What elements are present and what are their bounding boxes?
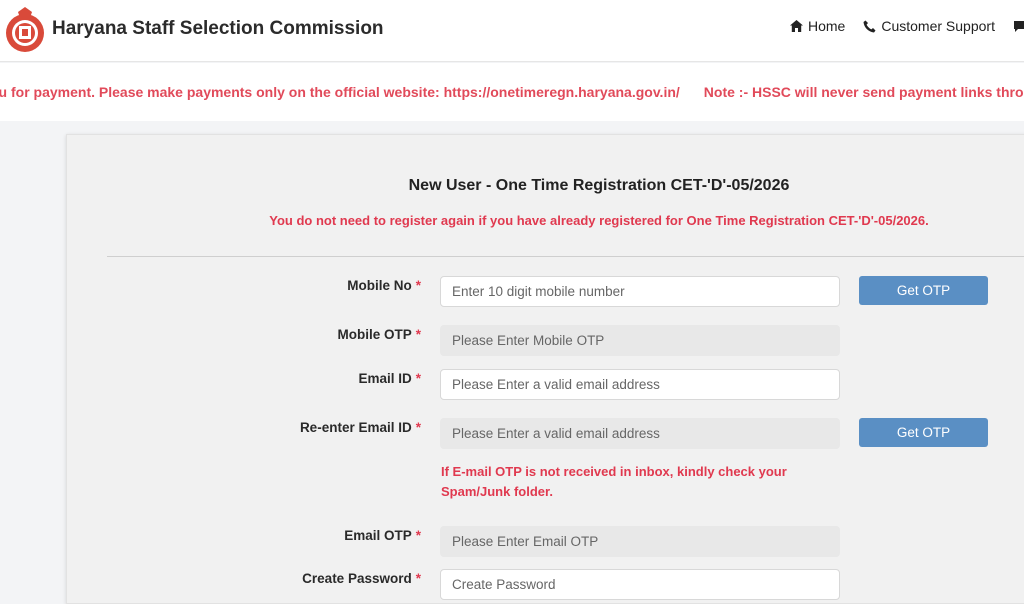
nav-home-label: Home	[808, 18, 846, 34]
site-title[interactable]: Haryana Staff Selection Commission	[52, 18, 384, 40]
ticker-note-label: Note :-	[703, 84, 749, 100]
email-otp-label: Email OTP *	[344, 528, 421, 543]
registration-panel: New User - One Time Registration CET-'D'…	[66, 134, 1024, 604]
required-mark: *	[415, 371, 421, 386]
mobile-no-label: Mobile No *	[347, 278, 421, 293]
reenter-email-label-text: Re-enter Email ID	[299, 420, 412, 435]
required-mark: *	[415, 278, 421, 293]
haryana-emblem-icon[interactable]	[4, 6, 46, 54]
reenter-email-input[interactable]	[440, 418, 840, 449]
top-nav: Home Customer Support	[790, 18, 1024, 34]
form-title: New User - One Time Registration CET-'D'…	[408, 177, 790, 194]
nav-home[interactable]: Home	[790, 18, 845, 34]
get-mobile-otp-button[interactable]: Get OTP	[859, 276, 988, 305]
nav-chat[interactable]	[1013, 20, 1024, 33]
email-otp-warning: If E-mail OTP is not received in inbox, …	[441, 464, 787, 499]
mobile-no-input[interactable]	[440, 276, 840, 307]
site-header: Haryana Staff Selection Commission Home …	[0, 0, 1024, 62]
email-id-label-text: Email ID	[358, 371, 412, 386]
nav-customer-support[interactable]: Customer Support	[863, 18, 995, 34]
divider	[107, 256, 1024, 257]
nav-customer-support-label: Customer Support	[881, 18, 995, 34]
mobile-otp-label: Mobile OTP *	[337, 327, 421, 342]
mobile-otp-input[interactable]	[440, 325, 840, 356]
form-subtitle: You do not need to register again if you…	[269, 213, 929, 228]
ticker-message: ou for payment. Please make payments onl…	[0, 84, 680, 100]
mobile-no-label-text: Mobile No	[347, 278, 412, 293]
phone-icon	[863, 20, 876, 32]
reenter-email-label: Re-enter Email ID *	[300, 420, 421, 435]
email-otp-input[interactable]	[440, 526, 840, 557]
ticker-note-text: HSSC will never send payment links throu…	[748, 84, 1024, 100]
required-mark: *	[415, 327, 421, 342]
create-password-input[interactable]	[440, 569, 840, 600]
create-password-label-text: Create Password	[302, 571, 412, 586]
home-icon	[790, 20, 803, 32]
email-otp-label-text: Email OTP	[344, 528, 412, 543]
required-mark: *	[415, 571, 421, 586]
mobile-otp-label-text: Mobile OTP	[337, 327, 412, 342]
get-email-otp-button[interactable]: Get OTP	[859, 418, 988, 447]
required-mark: *	[415, 528, 421, 543]
email-id-label: Email ID *	[358, 371, 421, 386]
create-password-label: Create Password *	[302, 571, 421, 586]
email-id-input[interactable]	[440, 369, 840, 400]
announcement-ticker: ou for payment. Please make payments onl…	[0, 63, 1024, 121]
ticker-text: ou for payment. Please make payments onl…	[0, 84, 1024, 100]
chat-icon	[1013, 20, 1024, 32]
required-mark: *	[415, 420, 421, 435]
